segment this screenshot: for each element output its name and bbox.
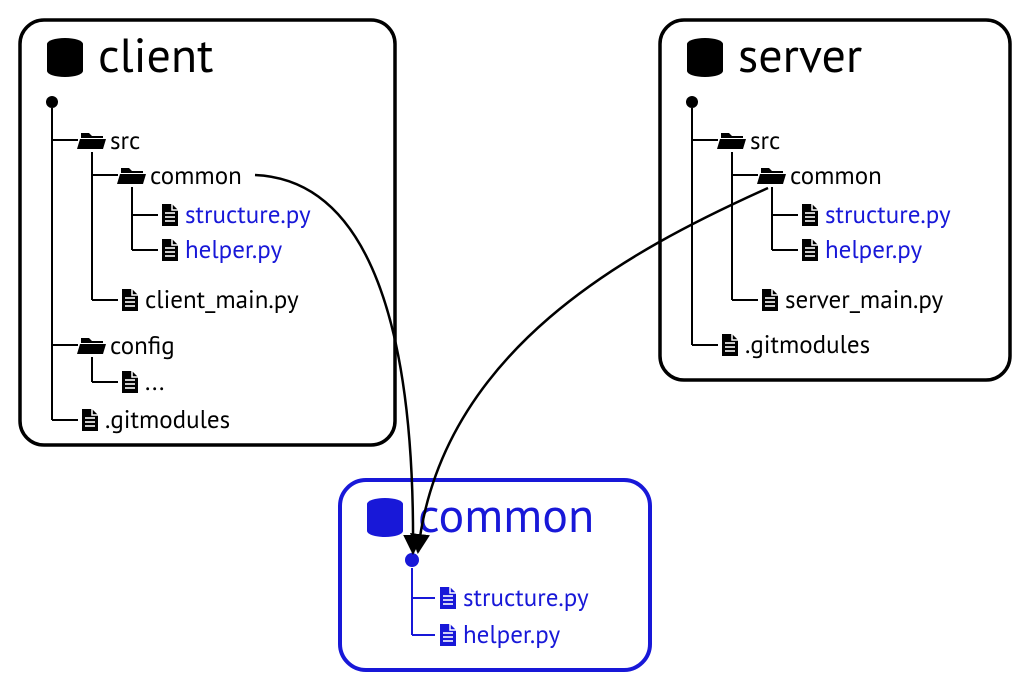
- label-structure: structure.py: [463, 581, 589, 613]
- label-helper: helper.py: [185, 233, 282, 265]
- label-client-main: client_main.py: [145, 283, 299, 315]
- tree-node-helper: helper.py: [802, 233, 922, 265]
- tree-root-dot: [686, 96, 698, 108]
- label-src: src: [750, 124, 780, 156]
- folder-icon: [757, 168, 786, 184]
- file-icon: [802, 204, 818, 226]
- file-icon: [722, 334, 738, 356]
- file-icon: [440, 624, 456, 646]
- file-icon: [162, 239, 178, 261]
- file-icon: [162, 204, 178, 226]
- tree-lines: [692, 108, 798, 345]
- label-structure: structure.py: [185, 198, 311, 230]
- repo-common: common structure.py helper.py: [340, 480, 650, 670]
- tree-node-common: common: [757, 159, 882, 191]
- file-icon: [122, 289, 138, 311]
- label-structure: structure.py: [825, 198, 951, 230]
- tree-node-src: src: [77, 124, 140, 156]
- label-helper: helper.py: [825, 233, 922, 265]
- tree-root-dot: [405, 553, 419, 567]
- tree-node-gitmodules: .gitmodules: [722, 328, 870, 360]
- file-icon: [762, 289, 778, 311]
- file-icon: [82, 409, 98, 431]
- tree-node-config-more: ...: [122, 365, 164, 397]
- label-common: common: [790, 159, 882, 191]
- repo-client-title: client: [98, 24, 213, 86]
- database-icon: [687, 38, 723, 77]
- label-gitmodules: .gitmodules: [745, 328, 870, 360]
- database-icon: [367, 498, 403, 537]
- folder-icon: [77, 338, 106, 354]
- file-icon: [122, 371, 138, 393]
- label-config-more: ...: [145, 365, 164, 397]
- label-config: config: [110, 329, 175, 361]
- label-server-main: server_main.py: [785, 283, 944, 315]
- label-helper: helper.py: [463, 618, 560, 650]
- repo-common-title: common: [418, 484, 594, 546]
- tree-node-config: config: [77, 329, 175, 361]
- label-gitmodules: .gitmodules: [105, 403, 230, 435]
- repo-server-title: server: [738, 24, 862, 86]
- tree-node-structure: structure.py: [440, 581, 589, 613]
- tree-node-server-main: server_main.py: [762, 283, 944, 315]
- tree-node-helper: helper.py: [162, 233, 282, 265]
- tree-node-structure: structure.py: [162, 198, 311, 230]
- tree-node-gitmodules: .gitmodules: [82, 403, 230, 435]
- tree-lines: [52, 108, 158, 420]
- database-icon: [47, 38, 83, 77]
- tree-node-common: common: [117, 159, 242, 191]
- folder-icon: [117, 168, 146, 184]
- tree-node-client-main: client_main.py: [122, 283, 299, 315]
- tree-node-structure: structure.py: [802, 198, 951, 230]
- repo-server: server src common structure.py h: [660, 20, 1010, 380]
- label-common: common: [150, 159, 242, 191]
- tree-node-helper: helper.py: [440, 618, 560, 650]
- file-icon: [440, 587, 456, 609]
- label-src: src: [110, 124, 140, 156]
- file-icon: [802, 239, 818, 261]
- tree-root-dot: [46, 96, 58, 108]
- arrow-client-to-common: [255, 175, 413, 553]
- folder-icon: [717, 133, 746, 149]
- folder-icon: [77, 133, 106, 149]
- tree-node-src: src: [717, 124, 780, 156]
- repo-client: client: [20, 20, 395, 445]
- tree-lines: [412, 568, 435, 635]
